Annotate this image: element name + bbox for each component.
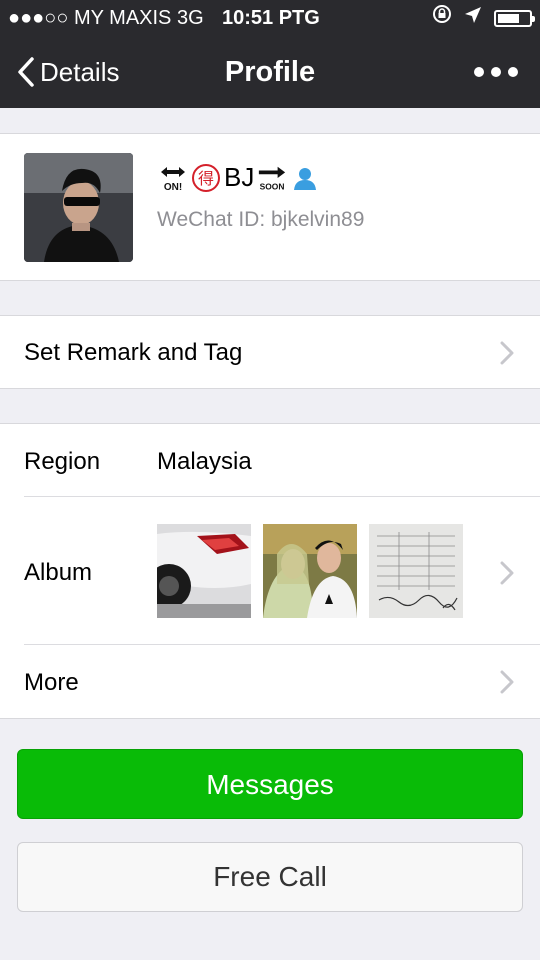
album-label: Album [24, 559, 93, 586]
soon-label: SOON [260, 181, 285, 191]
album-photo-couple[interactable] [263, 524, 357, 618]
page-title: Profile [224, 56, 316, 88]
divider [24, 496, 540, 497]
chevron-right-icon [500, 670, 514, 699]
info-section: Region Malaysia Album More [0, 423, 540, 719]
nickname-text: BJ [224, 162, 255, 192]
person-icon [290, 163, 320, 193]
ellipsis-icon[interactable] [474, 60, 518, 84]
nickname: ON! 得 BJ SOON [158, 162, 320, 193]
carrier-signal: ●●●○○ MY MAXIS 3G [8, 7, 204, 29]
album-photo-car[interactable] [157, 524, 251, 618]
navigation-bar: Details Profile [0, 36, 540, 108]
status-bar: ●●●○○ MY MAXIS 3G 10:51 PTG [0, 0, 540, 36]
soon-arrow-emoji: SOON [257, 163, 287, 193]
location-arrow-icon [464, 0, 482, 36]
album-photo-document[interactable] [369, 524, 463, 618]
region-label: Region [24, 448, 101, 475]
avatar[interactable] [24, 153, 133, 262]
status-icons [432, 0, 535, 36]
seal-char: 得 [198, 169, 214, 188]
more-label: More [24, 669, 79, 696]
set-remark-label: Set Remark and Tag [24, 339, 243, 366]
set-remark-row[interactable]: Set Remark and Tag [0, 315, 540, 389]
free-call-button[interactable]: Free Call [17, 842, 523, 912]
wechat-id: WeChat ID: bjkelvin89 [157, 208, 365, 231]
on-arrow-emoji: ON! [158, 163, 188, 193]
messages-button[interactable]: Messages [17, 749, 523, 819]
battery-icon [494, 9, 535, 27]
region-value: Malaysia [157, 448, 252, 475]
red-seal-emoji: 得 [191, 163, 221, 193]
chevron-right-icon [500, 341, 514, 370]
clock: 10:51 PTG [222, 7, 320, 29]
chevron-right-icon [500, 561, 514, 590]
profile-header: ON! 得 BJ SOON WeChat ID: bjkelvin89 [0, 133, 540, 281]
rotation-lock-icon [432, 0, 452, 36]
divider [24, 644, 540, 645]
on-label: ON! [164, 182, 182, 193]
